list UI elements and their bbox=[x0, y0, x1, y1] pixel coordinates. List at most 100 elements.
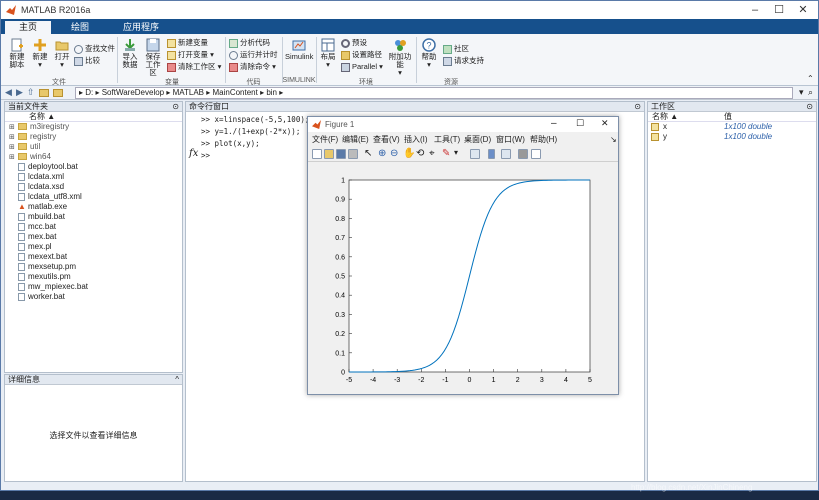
pointer-icon[interactable]: ↖ bbox=[364, 148, 372, 159]
back-arrow-icon[interactable]: ◀ bbox=[5, 87, 12, 98]
panel-actions-icon[interactable]: ⊙ bbox=[806, 102, 813, 112]
clear-workspace-button[interactable]: 清除工作区 ▾ bbox=[167, 62, 221, 72]
set-path-button[interactable]: 设置路径 bbox=[341, 50, 382, 60]
clear-commands-button[interactable]: 清除命令 ▾ bbox=[229, 62, 276, 72]
path-segment[interactable]: SoftWareDevelop bbox=[102, 88, 164, 97]
file-row[interactable]: mw_mpiexec.bat bbox=[5, 282, 182, 292]
details-toggle-icon[interactable]: ^ bbox=[175, 375, 179, 385]
menu-help[interactable]: 帮助(H) bbox=[530, 133, 557, 146]
name-column-header[interactable]: 名称 ▲ bbox=[5, 112, 182, 122]
path-field[interactable]: ▸ D: ▸ SoftWareDevelop ▸ MATLAB ▸ MainCo… bbox=[75, 87, 793, 99]
forward-arrow-icon[interactable]: ▶ bbox=[16, 87, 23, 98]
figure-close-button[interactable]: ✕ bbox=[601, 118, 609, 129]
folder-row[interactable]: ⊞ m3iregistry bbox=[5, 122, 182, 132]
folder-row[interactable]: ⊞ registry bbox=[5, 132, 182, 142]
rotate-3d-icon[interactable]: ⟲ bbox=[416, 148, 424, 159]
menu-edit[interactable]: 编辑(E) bbox=[342, 133, 369, 146]
legend-icon[interactable] bbox=[501, 149, 511, 159]
save-figure-icon[interactable] bbox=[336, 149, 346, 159]
menu-view[interactable]: 查看(V) bbox=[373, 133, 400, 146]
folder-row[interactable]: ⊞ util bbox=[5, 142, 182, 152]
file-row[interactable]: deploytool.bat bbox=[5, 162, 182, 172]
print-icon[interactable] bbox=[348, 149, 358, 159]
file-row[interactable]: lcdata.xsd bbox=[5, 182, 182, 192]
analyze-code-button[interactable]: 分析代码 bbox=[229, 38, 270, 48]
menu-desktop[interactable]: 桌面(D) bbox=[464, 133, 491, 146]
import-data-button[interactable]: 导入 数据 bbox=[120, 38, 140, 69]
colorbar-icon[interactable] bbox=[488, 149, 495, 159]
file-row[interactable]: lcdata_utf8.xml bbox=[5, 192, 182, 202]
find-files-button[interactable]: 查找文件 bbox=[74, 44, 115, 54]
zoom-out-icon[interactable]: ⊖ bbox=[390, 148, 398, 159]
tab-plots[interactable]: 绘图 bbox=[57, 21, 103, 34]
file-row[interactable]: mexsetup.pm bbox=[5, 262, 182, 272]
path-search-icon[interactable]: ⌕ bbox=[808, 87, 813, 98]
collapse-toolstrip-icon[interactable]: ⌃ bbox=[807, 74, 814, 83]
open-file-icon[interactable] bbox=[324, 149, 334, 159]
variable-row[interactable]: y 1x100 double bbox=[648, 132, 816, 142]
tab-home[interactable]: 主页 bbox=[5, 21, 52, 34]
zoom-in-icon[interactable]: ⊕ bbox=[378, 148, 386, 159]
data-cursor-icon[interactable]: ⌖ bbox=[429, 148, 435, 159]
show-plot-tools-icon[interactable] bbox=[531, 149, 541, 159]
add-ons-button[interactable]: 附加功能 ▾ bbox=[387, 38, 413, 77]
brush-dropdown-icon[interactable]: ▾ bbox=[454, 148, 458, 157]
save-workspace-button[interactable]: 保存 工作区 bbox=[143, 38, 163, 77]
menu-file[interactable]: 文件(F) bbox=[312, 133, 338, 146]
plot-area[interactable]: -5 -4 -3 -2 -1 0 1 2 3 4 5 0 0.1 0.2 0.3 0.4 0.5 0.6 0.7 0… bbox=[308, 163, 618, 389]
panel-actions-icon[interactable]: ⊙ bbox=[172, 102, 179, 112]
run-and-time-button[interactable]: 运行并计时 bbox=[229, 50, 278, 60]
minimize-button[interactable]: – bbox=[743, 3, 767, 17]
parallel-button[interactable]: Parallel ▾ bbox=[341, 62, 383, 72]
file-row[interactable]: mbuild.bat bbox=[5, 212, 182, 222]
new-script-button[interactable]: 新建 脚本 bbox=[6, 38, 28, 69]
browse-folder-icon[interactable] bbox=[53, 89, 63, 97]
brush-icon[interactable]: ✎ bbox=[442, 148, 450, 159]
layout-button[interactable]: 布局 ▾ bbox=[319, 38, 337, 69]
command-prompt[interactable]: >> bbox=[201, 150, 309, 162]
new-button[interactable]: 新建 ▾ bbox=[31, 38, 49, 69]
file-row[interactable]: mex.pl bbox=[5, 242, 182, 252]
panel-actions-icon[interactable]: ⊙ bbox=[634, 102, 641, 112]
function-browser-icon[interactable]: fx bbox=[189, 148, 198, 159]
expand-icon[interactable]: ⊞ bbox=[9, 153, 18, 163]
file-row[interactable]: mex.bat bbox=[5, 232, 182, 242]
menu-window[interactable]: 窗口(W) bbox=[496, 133, 525, 146]
pan-icon[interactable]: ✋ bbox=[403, 148, 415, 159]
help-button[interactable]: ? 帮助 ▾ bbox=[420, 38, 438, 69]
path-segment[interactable]: MATLAB bbox=[173, 88, 204, 97]
menu-overflow-icon[interactable]: ↘ bbox=[610, 133, 617, 146]
workspace-value-column[interactable]: 值 bbox=[724, 112, 732, 122]
file-row[interactable]: lcdata.xml bbox=[5, 172, 182, 182]
maximize-button[interactable]: ☐ bbox=[767, 3, 791, 17]
figure-minimize-button[interactable]: – bbox=[551, 118, 557, 129]
community-button[interactable]: 社区 bbox=[443, 44, 469, 54]
folder-row[interactable]: ⊞ win64 bbox=[5, 152, 182, 162]
new-variable-button[interactable]: 新建变量 bbox=[167, 38, 208, 48]
folder-icon[interactable] bbox=[39, 89, 49, 97]
menu-insert[interactable]: 插入(I) bbox=[404, 133, 428, 146]
file-row[interactable]: mexutils.pm bbox=[5, 272, 182, 282]
workspace-name-column[interactable]: 名称 ▲ bbox=[652, 112, 678, 122]
path-segment[interactable]: MainContent bbox=[212, 88, 257, 97]
up-folder-icon[interactable]: ⇧ bbox=[27, 87, 35, 98]
path-segment[interactable]: bin bbox=[266, 88, 277, 97]
file-row[interactable]: mcc.bat bbox=[5, 222, 182, 232]
menu-tools[interactable]: 工具(T) bbox=[434, 133, 460, 146]
hide-plot-tools-icon[interactable] bbox=[518, 149, 528, 159]
new-figure-icon[interactable] bbox=[312, 149, 322, 159]
path-dropdown-icon[interactable]: ▾ bbox=[799, 87, 804, 98]
file-row[interactable]: mexext.bat bbox=[5, 252, 182, 262]
file-row[interactable]: ▲ matlab.exe bbox=[5, 202, 182, 212]
tab-apps[interactable]: 应用程序 bbox=[109, 21, 173, 34]
open-button[interactable]: 打开 ▾ bbox=[53, 38, 71, 69]
figure-maximize-button[interactable]: ☐ bbox=[576, 118, 584, 129]
file-row[interactable]: worker.bat bbox=[5, 292, 182, 302]
simulink-button[interactable]: Simulink bbox=[285, 38, 313, 61]
request-support-button[interactable]: 请求支持 bbox=[443, 56, 484, 66]
compare-button[interactable]: 比较 bbox=[74, 56, 100, 66]
link-plot-icon[interactable] bbox=[470, 149, 480, 159]
variable-row[interactable]: x 1x100 double bbox=[648, 122, 816, 132]
close-button[interactable]: ✕ bbox=[791, 3, 815, 17]
open-variable-button[interactable]: 打开变量 ▾ bbox=[167, 50, 214, 60]
